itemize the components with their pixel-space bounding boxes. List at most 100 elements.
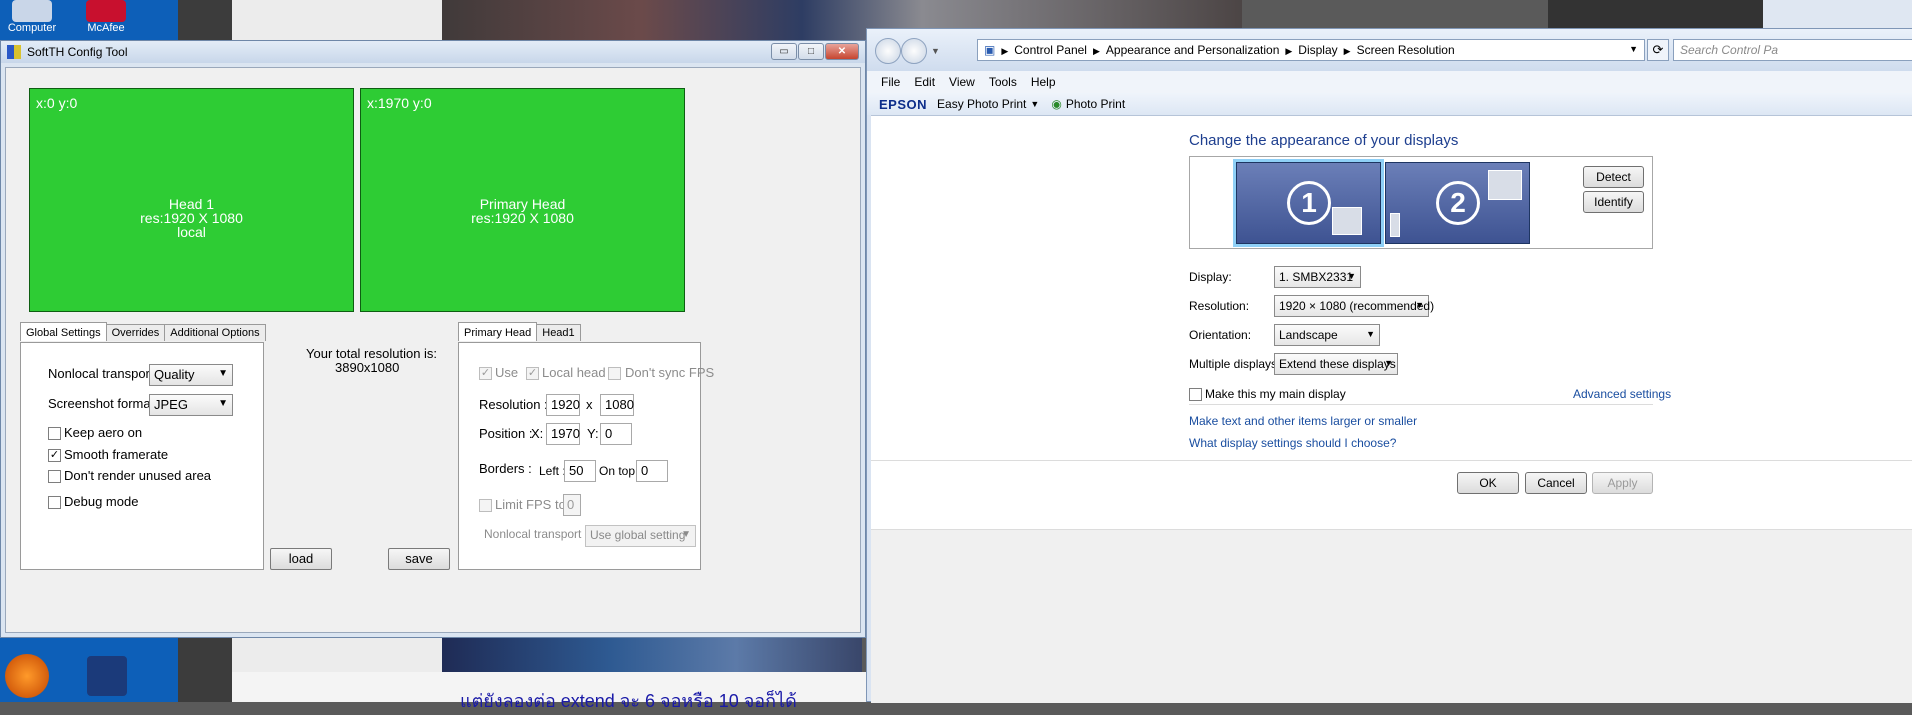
- search-input[interactable]: Search Control Pa: [1673, 39, 1912, 61]
- head-info: Head 1 res:1920 X 1080 local: [30, 197, 353, 239]
- resolution-select[interactable]: 1920 × 1080 (recommended) ▼: [1274, 295, 1434, 317]
- minimize-button[interactable]: ▭: [771, 43, 797, 60]
- head-info: Primary Head res:1920 X 1080: [361, 197, 684, 225]
- head-nonlocal-transport-select[interactable]: Use global setting ▼: [585, 525, 696, 547]
- multiple-displays-select[interactable]: Extend these displays ▼: [1274, 353, 1398, 375]
- dont-render-checkbox[interactable]: [48, 470, 61, 483]
- menu-tools[interactable]: Tools: [989, 75, 1017, 89]
- control-panel-icon: ▣: [984, 43, 996, 57]
- select-value: Quality: [154, 367, 195, 382]
- identify-button[interactable]: Identify: [1583, 191, 1644, 213]
- desktop-icon-kmp[interactable]: [82, 656, 132, 696]
- resolution-height-input[interactable]: 1080: [600, 394, 634, 416]
- keep-aero-checkbox[interactable]: [48, 427, 61, 440]
- monitor-thumbnail: [1390, 213, 1400, 237]
- address-dropdown-icon[interactable]: ▼: [1629, 44, 1638, 54]
- tab-head1[interactable]: Head1: [536, 324, 581, 341]
- address-bar[interactable]: ▣ ▶ Control Panel ▶ Appearance and Personali…: [977, 39, 1645, 61]
- border-left-input[interactable]: 50: [564, 460, 596, 482]
- debug-mode-label: Debug mode: [64, 494, 139, 509]
- multiple-displays-label: Multiple displays:: [1189, 357, 1281, 371]
- apply-button[interactable]: Apply: [1592, 472, 1653, 494]
- recent-pages-icon[interactable]: ▼: [931, 46, 940, 56]
- head-name: Primary Head: [479, 196, 566, 212]
- background-text: แต่ยังลองต่อ extend จะ 6 จอหรือ 10 จอก็ไ…: [460, 691, 797, 711]
- monitor-2[interactable]: 2: [1385, 162, 1530, 244]
- maximize-button[interactable]: □: [798, 43, 824, 60]
- head-screen-1[interactable]: x:0 y:0 Head 1 res:1920 X 1080 local: [29, 88, 354, 312]
- display-select[interactable]: 1. SMBX2331 ▼: [1274, 266, 1361, 288]
- easy-photo-print-button[interactable]: Easy Photo Print: [937, 97, 1026, 111]
- use-checkbox[interactable]: ✓: [479, 367, 492, 380]
- softth-app-icon: [7, 45, 21, 59]
- monitor-number: 1: [1287, 181, 1331, 225]
- local-head-checkbox[interactable]: ✓: [526, 367, 539, 380]
- background-photo-lower: [442, 636, 862, 672]
- desktop-icon-flash[interactable]: [2, 654, 52, 698]
- menu-file[interactable]: File: [881, 75, 900, 89]
- orientation-select[interactable]: Landscape ▼: [1274, 324, 1380, 346]
- nonlocal-transport-select[interactable]: Quality ▼: [149, 364, 233, 386]
- desktop-icon-computer[interactable]: Computer: [2, 0, 62, 34]
- display-help-link[interactable]: What display settings should I choose?: [1189, 436, 1396, 450]
- load-button[interactable]: load: [270, 548, 332, 570]
- screen-resolution-content: Change the appearance of your displays 1…: [871, 115, 1912, 529]
- breadcrumb-appearance[interactable]: Appearance and Personalization: [1106, 43, 1279, 57]
- desktop-icon-mcafee[interactable]: McAfee: [76, 0, 136, 34]
- softth-titlebar: SoftTH Config Tool: [1, 41, 865, 63]
- dont-render-label: Don't render unused area: [64, 468, 212, 483]
- head-screen-primary[interactable]: x:1970 y:0 Primary Head res:1920 X 1080: [360, 88, 685, 312]
- breadcrumb-arrow-icon: ▶: [1343, 46, 1351, 56]
- head-res: res:1920 X 1080: [471, 210, 574, 226]
- ok-button[interactable]: OK: [1457, 472, 1519, 494]
- select-value: Landscape: [1279, 328, 1338, 342]
- display-label: Display:: [1189, 270, 1232, 284]
- total-resolution-value: 3890x1080: [335, 360, 400, 375]
- breadcrumb-arrow-icon: ▶: [1001, 46, 1009, 56]
- dont-sync-fps-checkbox[interactable]: [608, 367, 621, 380]
- position-x-input[interactable]: 1970: [546, 423, 580, 445]
- tab-primary-head[interactable]: Primary Head: [458, 322, 538, 341]
- close-button[interactable]: ✕: [825, 43, 859, 60]
- breadcrumb-display[interactable]: Display: [1298, 43, 1337, 57]
- limit-fps-input[interactable]: 0: [563, 494, 581, 516]
- tab-global-settings[interactable]: Global Settings: [20, 322, 107, 341]
- monitor-1[interactable]: 1: [1236, 162, 1381, 244]
- cancel-button[interactable]: Cancel: [1525, 472, 1587, 494]
- dropdown-arrow-icon: ▼: [681, 529, 691, 540]
- breadcrumb-screen-resolution[interactable]: Screen Resolution: [1357, 43, 1455, 57]
- dont-sync-fps-label: Don't sync FPS: [625, 365, 715, 380]
- menu-edit[interactable]: Edit: [914, 75, 935, 89]
- advanced-settings-link[interactable]: Advanced settings: [1573, 387, 1671, 401]
- head-res: res:1920 X 1080: [140, 210, 243, 226]
- forward-button[interactable]: [901, 38, 927, 64]
- main-display-checkbox[interactable]: [1189, 388, 1202, 401]
- flash-icon: [5, 654, 49, 698]
- back-button[interactable]: [875, 38, 901, 64]
- tab-additional-options[interactable]: Additional Options: [164, 324, 266, 341]
- menu-bar: File Edit View Tools Help: [867, 71, 1912, 93]
- smooth-framerate-label: Smooth framerate: [64, 447, 169, 462]
- divider: [871, 460, 1912, 461]
- text-size-link[interactable]: Make text and other items larger or smal…: [1189, 414, 1417, 428]
- head-extra: local: [177, 224, 206, 240]
- screenshot-format-select[interactable]: JPEG ▼: [149, 394, 233, 416]
- resolution-width-input[interactable]: 1920: [546, 394, 580, 416]
- menu-help[interactable]: Help: [1031, 75, 1056, 89]
- save-button[interactable]: save: [388, 548, 450, 570]
- position-label: Position :: [479, 426, 533, 441]
- debug-mode-checkbox[interactable]: [48, 496, 61, 509]
- refresh-icon[interactable]: ⟳: [1647, 39, 1669, 61]
- menu-view[interactable]: View: [949, 75, 975, 89]
- epson-logo: EPSON: [879, 96, 928, 112]
- detect-button[interactable]: Detect: [1583, 166, 1644, 188]
- head-coord: x:1970 y:0: [367, 95, 432, 111]
- easy-photo-dropdown-icon[interactable]: ▼: [1030, 99, 1039, 109]
- photo-print-button[interactable]: Photo Print: [1066, 97, 1125, 111]
- smooth-framerate-checkbox[interactable]: ✓: [48, 449, 61, 462]
- tab-overrides[interactable]: Overrides: [105, 324, 166, 341]
- border-top-input[interactable]: 0: [636, 460, 668, 482]
- position-y-input[interactable]: 0: [600, 423, 632, 445]
- breadcrumb-control-panel[interactable]: Control Panel: [1014, 43, 1087, 57]
- limit-fps-checkbox[interactable]: [479, 499, 492, 512]
